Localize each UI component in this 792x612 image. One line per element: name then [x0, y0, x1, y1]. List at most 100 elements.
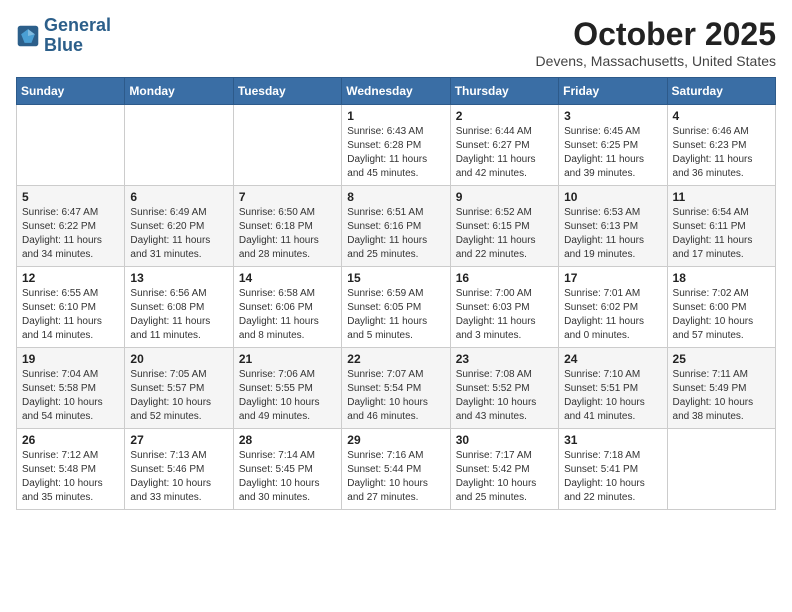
cell-content: Sunrise: 7:04 AM Sunset: 5:58 PM Dayligh… — [22, 368, 119, 424]
logo-line2: Blue — [44, 36, 111, 56]
cell-content: Sunrise: 7:01 AM Sunset: 6:02 PM Dayligh… — [564, 287, 661, 343]
day-number: 30 — [456, 433, 553, 447]
day-number: 8 — [347, 190, 444, 204]
calendar-header: SundayMondayTuesdayWednesdayThursdayFrid… — [17, 78, 776, 105]
day-number: 3 — [564, 109, 661, 123]
calendar-cell: 4 Sunrise: 6:46 AM Sunset: 6:23 PM Daylig… — [667, 105, 775, 186]
cell-content: Sunrise: 7:13 AM Sunset: 5:46 PM Dayligh… — [130, 449, 227, 505]
calendar-cell: 1Sunrise: 6:43 AM Sunset: 6:28 PM Daylig… — [342, 105, 450, 186]
cell-content: Sunrise: 7:00 AM Sunset: 6:03 PM Dayligh… — [456, 287, 553, 343]
day-number: 23 — [456, 352, 553, 366]
week-row-1: 1Sunrise: 6:43 AM Sunset: 6:28 PM Daylig… — [17, 105, 776, 186]
cell-content: Sunrise: 6:47 AM Sunset: 6:22 PM Dayligh… — [22, 206, 119, 262]
day-number: 28 — [239, 433, 336, 447]
week-row-2: 5 Sunrise: 6:47 AM Sunset: 6:22 PM Daylig… — [17, 186, 776, 267]
cell-content: Sunrise: 7:07 AM Sunset: 5:54 PM Dayligh… — [347, 368, 444, 424]
calendar-cell: 24 Sunrise: 7:10 AM Sunset: 5:51 PM Dayli… — [559, 348, 667, 429]
week-row-5: 26 Sunrise: 7:12 AM Sunset: 5:48 PM Dayli… — [17, 429, 776, 510]
day-number: 2 — [456, 109, 553, 123]
day-number: 7 — [239, 190, 336, 204]
day-number: 17 — [564, 271, 661, 285]
calendar-cell: 5 Sunrise: 6:47 AM Sunset: 6:22 PM Daylig… — [17, 186, 125, 267]
cell-content: Sunrise: 7:14 AM Sunset: 5:45 PM Dayligh… — [239, 449, 336, 505]
day-number: 13 — [130, 271, 227, 285]
month-title: October 2025 — [536, 16, 776, 53]
cell-content: Sunrise: 7:10 AM Sunset: 5:51 PM Dayligh… — [564, 368, 661, 424]
page-header: General Blue October 2025 Devens, Massac… — [16, 16, 776, 69]
title-block: October 2025 Devens, Massachusetts, Unit… — [536, 16, 776, 69]
calendar-cell: 19 Sunrise: 7:04 AM Sunset: 5:58 PM Dayli… — [17, 348, 125, 429]
calendar-cell: 27 Sunrise: 7:13 AM Sunset: 5:46 PM Dayli… — [125, 429, 233, 510]
week-row-4: 19 Sunrise: 7:04 AM Sunset: 5:58 PM Dayli… — [17, 348, 776, 429]
day-number: 21 — [239, 352, 336, 366]
day-number: 24 — [564, 352, 661, 366]
day-number: 9 — [456, 190, 553, 204]
day-number: 22 — [347, 352, 444, 366]
day-number: 20 — [130, 352, 227, 366]
day-header-sunday: Sunday — [17, 78, 125, 105]
cell-content: Sunrise: 6:52 AM Sunset: 6:15 PM Dayligh… — [456, 206, 553, 262]
day-number: 19 — [22, 352, 119, 366]
calendar-cell: 8 Sunrise: 6:51 AM Sunset: 6:16 PM Daylig… — [342, 186, 450, 267]
day-number: 29 — [347, 433, 444, 447]
cell-content: Sunrise: 6:45 AM Sunset: 6:25 PM Dayligh… — [564, 125, 661, 181]
cell-content: Sunrise: 6:43 AM Sunset: 6:28 PM Dayligh… — [347, 125, 444, 181]
calendar-cell: 16 Sunrise: 7:00 AM Sunset: 6:03 PM Dayli… — [450, 267, 558, 348]
calendar-cell: 10 Sunrise: 6:53 AM Sunset: 6:13 PM Dayli… — [559, 186, 667, 267]
calendar-cell: 2 Sunrise: 6:44 AM Sunset: 6:27 PM Daylig… — [450, 105, 558, 186]
logo-icon — [16, 24, 40, 48]
cell-content: Sunrise: 6:58 AM Sunset: 6:06 PM Dayligh… — [239, 287, 336, 343]
calendar-cell: 9 Sunrise: 6:52 AM Sunset: 6:15 PM Daylig… — [450, 186, 558, 267]
day-header-tuesday: Tuesday — [233, 78, 341, 105]
cell-content: Sunrise: 6:50 AM Sunset: 6:18 PM Dayligh… — [239, 206, 336, 262]
day-header-thursday: Thursday — [450, 78, 558, 105]
day-number: 16 — [456, 271, 553, 285]
calendar-cell: 21Sunrise: 7:06 AM Sunset: 5:55 PM Dayli… — [233, 348, 341, 429]
day-number: 15 — [347, 271, 444, 285]
calendar-cell: 26 Sunrise: 7:12 AM Sunset: 5:48 PM Dayli… — [17, 429, 125, 510]
day-number: 5 — [22, 190, 119, 204]
day-number: 10 — [564, 190, 661, 204]
cell-content: Sunrise: 6:53 AM Sunset: 6:13 PM Dayligh… — [564, 206, 661, 262]
day-number: 14 — [239, 271, 336, 285]
day-number: 26 — [22, 433, 119, 447]
logo-text: General Blue — [44, 16, 111, 56]
day-header-saturday: Saturday — [667, 78, 775, 105]
calendar-cell: 23 Sunrise: 7:08 AM Sunset: 5:52 PM Dayli… — [450, 348, 558, 429]
calendar-cell: 22 Sunrise: 7:07 AM Sunset: 5:54 PM Dayli… — [342, 348, 450, 429]
cell-content: Sunrise: 6:46 AM Sunset: 6:23 PM Dayligh… — [673, 125, 770, 181]
cell-content: Sunrise: 7:08 AM Sunset: 5:52 PM Dayligh… — [456, 368, 553, 424]
header-row: SundayMondayTuesdayWednesdayThursdayFrid… — [17, 78, 776, 105]
calendar-cell: 29 Sunrise: 7:16 AM Sunset: 5:44 PM Dayli… — [342, 429, 450, 510]
day-header-monday: Monday — [125, 78, 233, 105]
calendar-cell: 30Sunrise: 7:17 AM Sunset: 5:42 PM Dayli… — [450, 429, 558, 510]
calendar-cell: 31Sunrise: 7:18 AM Sunset: 5:41 PM Dayli… — [559, 429, 667, 510]
calendar-cell: 28 Sunrise: 7:14 AM Sunset: 5:45 PM Dayli… — [233, 429, 341, 510]
day-header-friday: Friday — [559, 78, 667, 105]
cell-content: Sunrise: 7:12 AM Sunset: 5:48 PM Dayligh… — [22, 449, 119, 505]
cell-content: Sunrise: 7:11 AM Sunset: 5:49 PM Dayligh… — [673, 368, 770, 424]
cell-content: Sunrise: 7:18 AM Sunset: 5:41 PM Dayligh… — [564, 449, 661, 505]
calendar-cell: 20 Sunrise: 7:05 AM Sunset: 5:57 PM Dayli… — [125, 348, 233, 429]
calendar-cell: 25Sunrise: 7:11 AM Sunset: 5:49 PM Dayli… — [667, 348, 775, 429]
calendar-cell — [125, 105, 233, 186]
calendar-cell: 18Sunrise: 7:02 AM Sunset: 6:00 PM Dayli… — [667, 267, 775, 348]
day-number: 4 — [673, 109, 770, 123]
day-number: 18 — [673, 271, 770, 285]
logo: General Blue — [16, 16, 111, 56]
cell-content: Sunrise: 7:16 AM Sunset: 5:44 PM Dayligh… — [347, 449, 444, 505]
logo-line1: General — [44, 16, 111, 36]
day-header-wednesday: Wednesday — [342, 78, 450, 105]
cell-content: Sunrise: 7:05 AM Sunset: 5:57 PM Dayligh… — [130, 368, 227, 424]
cell-content: Sunrise: 6:51 AM Sunset: 6:16 PM Dayligh… — [347, 206, 444, 262]
cell-content: Sunrise: 6:44 AM Sunset: 6:27 PM Dayligh… — [456, 125, 553, 181]
calendar-cell: 15 Sunrise: 6:59 AM Sunset: 6:05 PM Dayli… — [342, 267, 450, 348]
cell-content: Sunrise: 6:56 AM Sunset: 6:08 PM Dayligh… — [130, 287, 227, 343]
calendar-cell: 13 Sunrise: 6:56 AM Sunset: 6:08 PM Dayli… — [125, 267, 233, 348]
day-number: 27 — [130, 433, 227, 447]
cell-content: Sunrise: 6:59 AM Sunset: 6:05 PM Dayligh… — [347, 287, 444, 343]
location: Devens, Massachusetts, United States — [536, 53, 776, 69]
calendar-cell — [667, 429, 775, 510]
calendar-cell: 14 Sunrise: 6:58 AM Sunset: 6:06 PM Dayli… — [233, 267, 341, 348]
calendar-cell: 7 Sunrise: 6:50 AM Sunset: 6:18 PM Daylig… — [233, 186, 341, 267]
